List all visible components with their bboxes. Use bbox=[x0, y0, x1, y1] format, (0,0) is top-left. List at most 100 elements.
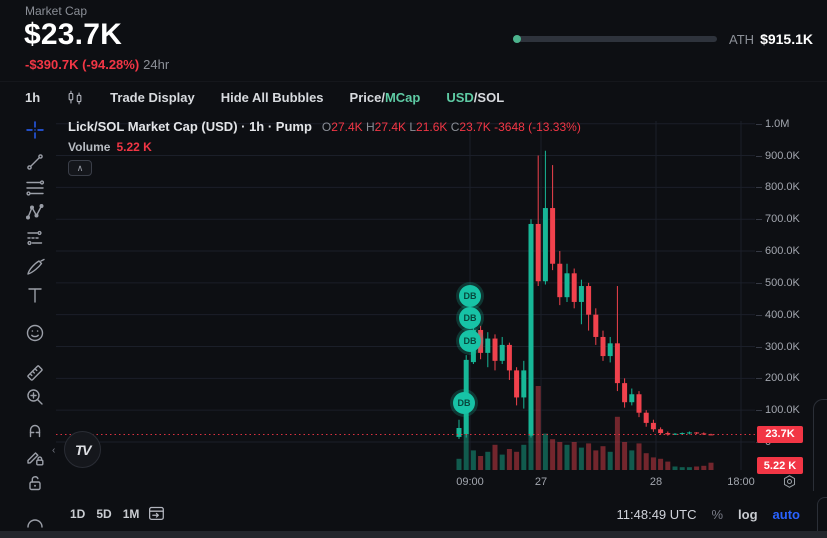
gear-icon bbox=[781, 473, 798, 490]
interval-button[interactable]: 1h bbox=[25, 90, 40, 105]
candle bbox=[593, 308, 598, 345]
percent-scale-button[interactable]: % bbox=[711, 507, 723, 522]
legend-collapse-button[interactable]: ∧ bbox=[68, 160, 92, 176]
candle bbox=[608, 337, 613, 362]
usd-option[interactable]: USD bbox=[446, 90, 473, 105]
candle bbox=[485, 332, 490, 367]
clock[interactable]: 11:48:49 UTC bbox=[617, 507, 697, 522]
trade-display-button[interactable]: Trade Display bbox=[110, 90, 195, 105]
candle bbox=[579, 280, 584, 325]
chart-type-button[interactable] bbox=[66, 89, 84, 107]
forecast-tool-button[interactable] bbox=[24, 227, 46, 249]
hide-all-bubbles-button[interactable]: Hide All Bubbles bbox=[221, 90, 324, 105]
candle bbox=[586, 283, 591, 331]
auto-scale-button[interactable]: auto bbox=[773, 507, 800, 522]
text-icon bbox=[24, 284, 46, 306]
crosshair-icon bbox=[24, 119, 46, 141]
chart-legend: Lick/SOL Market Cap (USD) · 1h · Pump O27… bbox=[68, 119, 581, 176]
trend-line-tool-button[interactable] bbox=[24, 151, 46, 173]
candle bbox=[601, 331, 606, 361]
candle bbox=[694, 432, 699, 434]
ath-value: $915.1K bbox=[760, 31, 813, 47]
emoji-tool-button[interactable] bbox=[24, 322, 46, 344]
range-1m-button[interactable]: 1M bbox=[123, 507, 140, 521]
text-tool-button[interactable] bbox=[24, 284, 46, 306]
change-value: -3648 (-13.33%) bbox=[494, 120, 581, 134]
price-option[interactable]: Price/ bbox=[350, 90, 385, 105]
candle bbox=[507, 343, 512, 380]
go-to-date-button[interactable] bbox=[146, 503, 166, 528]
volume-bar bbox=[658, 459, 663, 470]
dev-buy-bubble[interactable]: DB bbox=[459, 285, 481, 307]
draw-lock-tool-button[interactable] bbox=[24, 446, 46, 468]
tradingview-logo[interactable]: TV bbox=[64, 431, 101, 468]
volume-bar bbox=[665, 462, 670, 470]
xabcd-pattern-tool-button[interactable] bbox=[24, 201, 46, 223]
time-tick-label: 27 bbox=[535, 476, 547, 488]
volume-bar bbox=[536, 386, 541, 470]
draw-lock-icon bbox=[24, 446, 46, 468]
log-scale-button[interactable]: log bbox=[738, 507, 758, 522]
volume-bar bbox=[644, 453, 649, 470]
dev-buy-bubble[interactable]: DB bbox=[459, 330, 481, 352]
tradingview-logo-glyph: TV bbox=[75, 442, 90, 458]
dev-buy-bubble[interactable]: DB bbox=[459, 307, 481, 329]
close-value: 23.7K bbox=[459, 120, 490, 134]
magnet-tool-button[interactable] bbox=[24, 419, 46, 441]
volume-key[interactable]: Volume bbox=[68, 140, 110, 154]
high-value: 27.4K bbox=[375, 120, 406, 134]
candle bbox=[521, 361, 526, 409]
symbol-title[interactable]: Lick/SOL Market Cap (USD) · 1h · Pump bbox=[68, 119, 312, 134]
current-price-tag: 23.7K bbox=[757, 426, 803, 443]
zoom-in-tool-button[interactable] bbox=[24, 386, 46, 408]
volume-bar bbox=[521, 445, 526, 470]
side-panel-edge bbox=[813, 399, 827, 491]
sol-option[interactable]: /SOL bbox=[474, 90, 504, 105]
crosshair-tool-button[interactable] bbox=[24, 119, 46, 141]
price-axis-settings-button[interactable] bbox=[781, 473, 798, 495]
ruler-tool-button[interactable] bbox=[24, 362, 46, 384]
volume-bar bbox=[514, 452, 519, 470]
collapse-toolbar-chevron[interactable]: ‹ bbox=[52, 445, 55, 456]
legend-row-main: Lick/SOL Market Cap (USD) · 1h · Pump O27… bbox=[68, 119, 581, 134]
price-tick-label: 900.0K bbox=[765, 150, 800, 162]
usd-sol-toggle[interactable]: USD/SOL bbox=[446, 90, 504, 105]
volume-bar bbox=[601, 446, 606, 470]
dev-buy-bubble[interactable]: DB bbox=[453, 392, 475, 414]
ohlc-values: O27.4K H27.4K L21.6K C23.7K -3648 (-13.3… bbox=[322, 120, 581, 134]
volume-bar bbox=[565, 445, 570, 470]
legend-row-volume: Volume 5.22 K bbox=[68, 140, 581, 154]
range-buttons: 1D 5D 1M bbox=[70, 507, 139, 521]
ath-label: ATH bbox=[729, 32, 754, 47]
range-5d-button[interactable]: 5D bbox=[96, 507, 111, 521]
candle bbox=[622, 378, 627, 407]
range-1d-button[interactable]: 1D bbox=[70, 507, 85, 521]
volume-bar bbox=[485, 452, 490, 470]
volume-bar bbox=[579, 448, 584, 470]
high-key: H bbox=[366, 120, 375, 134]
candle bbox=[457, 420, 462, 439]
market-cap-change: -$390.7K (-94.28%)24hr bbox=[25, 57, 169, 72]
volume-bar bbox=[478, 456, 483, 470]
volume-bar bbox=[550, 439, 555, 470]
volume-value: 5.22 K bbox=[116, 140, 151, 154]
candle bbox=[557, 251, 562, 305]
change-period: 24hr bbox=[143, 57, 169, 72]
xabcd-pattern-icon bbox=[24, 201, 46, 223]
price-mcap-toggle[interactable]: Price/MCap bbox=[350, 90, 421, 105]
candle bbox=[644, 410, 649, 427]
time-axis[interactable]: 09:00272818:00 bbox=[0, 470, 755, 498]
market-cap-value: $23.7K bbox=[24, 18, 122, 52]
volume-bar bbox=[457, 459, 462, 470]
candle bbox=[529, 219, 534, 437]
bottom-bar: 1D 5D 1M 11:48:49 UTC % log auto bbox=[0, 499, 827, 529]
price-tick-label: 800.0K bbox=[765, 181, 800, 193]
brush-tool-button[interactable] bbox=[24, 256, 46, 278]
candle bbox=[493, 334, 498, 370]
mcap-option[interactable]: MCap bbox=[385, 90, 420, 105]
fib-retracement-tool-button[interactable] bbox=[24, 177, 46, 199]
volume-bar bbox=[493, 445, 498, 470]
volume-bar bbox=[622, 442, 627, 470]
chart-toolbar: 1h Trade Display Hide All Bubbles Price/… bbox=[0, 81, 827, 113]
candle bbox=[615, 286, 620, 391]
